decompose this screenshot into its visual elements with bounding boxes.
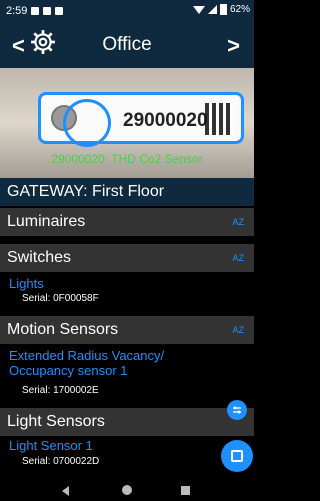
- focus-ring: [63, 99, 111, 147]
- battery-icon: [219, 4, 227, 15]
- device-name-line: Extended Radius Vacancy/: [9, 348, 165, 363]
- device-lights[interactable]: Lights: [9, 276, 44, 291]
- section-title: Switches: [7, 249, 72, 266]
- section-title: Luminaires: [7, 213, 86, 230]
- signal-icon: [207, 5, 217, 14]
- battery-level: 62%: [229, 4, 250, 15]
- device-serial: Serial: 1700002E: [22, 385, 99, 396]
- nav-home-icon[interactable]: [122, 485, 132, 495]
- sensor-photo: 29000020 29000020: THD Co2 Sensor: [0, 68, 254, 178]
- wifi-icon: [192, 5, 205, 14]
- section-light-sensors[interactable]: Light Sensors: [0, 408, 254, 436]
- device-name-line: Occupancy sensor 1: [9, 363, 128, 378]
- notification-icon: [55, 7, 64, 15]
- filter-button[interactable]: [227, 400, 247, 420]
- nav-recents-icon[interactable]: [181, 486, 190, 495]
- label-serial: 29000020: [123, 110, 208, 131]
- system-nav-bar: [0, 480, 254, 501]
- sort-az-icon[interactable]: AZ: [232, 316, 244, 344]
- title-bar: < Office >: [0, 22, 254, 68]
- gateway-label: GATEWAY: First Floor: [0, 178, 254, 206]
- status-bar: 2:59 62%: [0, 0, 254, 22]
- sort-az-icon[interactable]: AZ: [232, 208, 244, 236]
- scan-caption: 29000020: THD Co2 Sensor: [51, 152, 203, 166]
- section-switches[interactable]: Switches AZ: [0, 244, 254, 272]
- add-device-button[interactable]: [221, 440, 253, 472]
- device-serial: Serial: 0700022D: [22, 456, 100, 467]
- device-light-sensor[interactable]: Light Sensor 1: [9, 438, 93, 453]
- section-title: Light Sensors: [7, 413, 105, 430]
- status-time: 2:59: [6, 5, 28, 17]
- next-button[interactable]: >: [227, 33, 240, 59]
- nav-back-icon[interactable]: [62, 486, 69, 496]
- add-icon: [231, 450, 243, 462]
- sensor-label: 29000020: [38, 92, 244, 147]
- page-title: Office: [102, 34, 152, 55]
- device-vacancy-sensor[interactable]: Extended Radius Vacancy/ Occupancy senso…: [9, 348, 164, 378]
- section-title: Motion Sensors: [7, 321, 119, 338]
- notification-icon: [43, 7, 52, 15]
- section-motion-sensors[interactable]: Motion Sensors AZ: [0, 316, 254, 344]
- device-serial: Serial: 0F00058F: [22, 293, 99, 304]
- section-luminaires[interactable]: Luminaires AZ: [0, 208, 254, 236]
- qr-code-image: [205, 103, 233, 135]
- sort-az-icon[interactable]: AZ: [232, 244, 244, 272]
- notification-icon: [31, 7, 40, 15]
- sliders-icon: [233, 406, 241, 414]
